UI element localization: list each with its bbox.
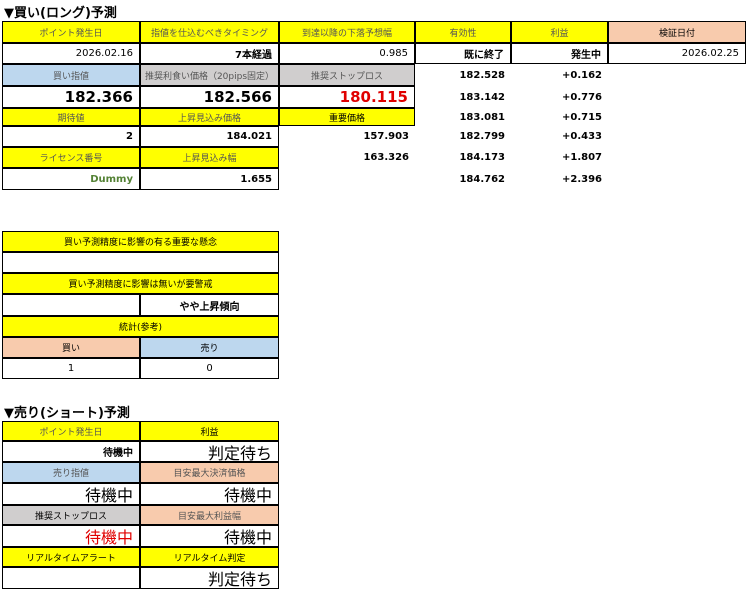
stats-sell-header: 売り <box>140 337 279 358</box>
buy-limit-value: 182.366 <box>2 86 140 108</box>
short-stop-loss-header: 推奨ストップロス <box>2 505 140 525</box>
short-profit-value: 判定待ち <box>140 441 279 462</box>
long-profit-header: 利益 <box>511 21 608 43</box>
key-price-header: 重要価格 <box>279 108 415 126</box>
sell-limit-header: 売り指値 <box>2 462 140 483</box>
long-point-date-header: ポイント発生日 <box>2 21 140 43</box>
expected-value-header: 期待値 <box>2 108 140 126</box>
short-point-date-header: ポイント発生日 <box>2 421 140 441</box>
license-header: ライセンス番号 <box>2 147 140 168</box>
key-price-1: 157.903 <box>363 131 409 142</box>
key-price-2: 163.326 <box>363 152 409 163</box>
low-impact-caution-header: 買い予測精度に影響は無いが要警戒 <box>2 273 279 294</box>
long-down-forecast: 0.985 <box>279 43 415 64</box>
price-level: 184.173 <box>459 152 505 163</box>
sell-limit-value: 待機中 <box>2 483 140 505</box>
verify-date: 2026.02.25 <box>608 43 746 64</box>
upside-width-value: 1.655 <box>140 168 279 190</box>
price-level: 183.081 <box>459 111 505 123</box>
long-timing-value: 7本経過 <box>140 43 279 64</box>
price-level: 184.762 <box>459 173 505 185</box>
profit-level: +0.715 <box>561 111 602 123</box>
long-stop-loss-value: 180.115 <box>279 86 415 108</box>
stats-sell-count: 0 <box>140 358 279 379</box>
long-validity: 既に終了 <box>415 43 511 64</box>
short-stop-loss-value: 待機中 <box>2 525 140 547</box>
profit-level: +0.433 <box>561 131 602 142</box>
verify-date-header: 検証日付 <box>608 21 746 43</box>
upside-width-header: 上昇見込み幅 <box>140 147 279 168</box>
price-level: 182.799 <box>459 131 505 142</box>
max-profit-header: 目安最大利益幅 <box>140 505 279 525</box>
upside-price-value: 184.021 <box>140 126 279 147</box>
realtime-judge-value: 判定待ち <box>140 567 279 589</box>
long-point-date: 2026.02.16 <box>2 43 140 64</box>
long-section-title: ▼買い(ロング)予測 <box>4 5 117 21</box>
max-settlement-header: 目安最大決済価格 <box>140 462 279 483</box>
low-impact-caution-blank <box>2 294 140 316</box>
realtime-judge-header: リアルタイム判定 <box>140 547 279 567</box>
price-level: 183.142 <box>459 91 505 103</box>
short-section-title: ▼売り(ショート)予測 <box>4 405 130 421</box>
long-status: 発生中 <box>511 43 608 64</box>
max-settlement-value: 待機中 <box>140 483 279 505</box>
long-down-forecast-header: 到達以降の下落予想幅 <box>279 21 415 43</box>
upside-price-header: 上昇見込み価格 <box>140 108 279 126</box>
stats-buy-header: 買い <box>2 337 140 358</box>
realtime-alert-value <box>2 567 140 589</box>
long-validity-header: 有効性 <box>415 21 511 43</box>
long-entry-timing-header: 指値を仕込むべきタイミング <box>140 21 279 43</box>
profit-level: +0.162 <box>561 69 602 81</box>
high-impact-concern-value <box>2 252 279 273</box>
low-impact-caution-value: やや上昇傾向 <box>140 294 279 316</box>
max-profit-value: 待機中 <box>140 525 279 547</box>
profit-level: +1.807 <box>561 152 602 163</box>
license-value: Dummy <box>2 168 140 190</box>
stats-buy-count: 1 <box>2 358 140 379</box>
take-profit-header: 推奨利食い価格（20pips固定） <box>140 64 279 86</box>
buy-limit-header: 買い指値 <box>2 64 140 86</box>
short-point-date: 待機中 <box>2 441 140 462</box>
realtime-alert-header: リアルタイムアラート <box>2 547 140 567</box>
high-impact-concern-header: 買い予測精度に影響の有る重要な懸念 <box>2 231 279 252</box>
take-profit-value: 182.566 <box>140 86 279 108</box>
stats-header: 統計(参考) <box>2 316 279 337</box>
profit-level: +0.776 <box>561 91 602 103</box>
long-stop-loss-header: 推奨ストップロス <box>279 64 415 86</box>
profit-level: +2.396 <box>561 173 602 185</box>
short-profit-header: 利益 <box>140 421 279 441</box>
expected-value: 2 <box>2 126 140 147</box>
price-level: 182.528 <box>459 69 505 81</box>
